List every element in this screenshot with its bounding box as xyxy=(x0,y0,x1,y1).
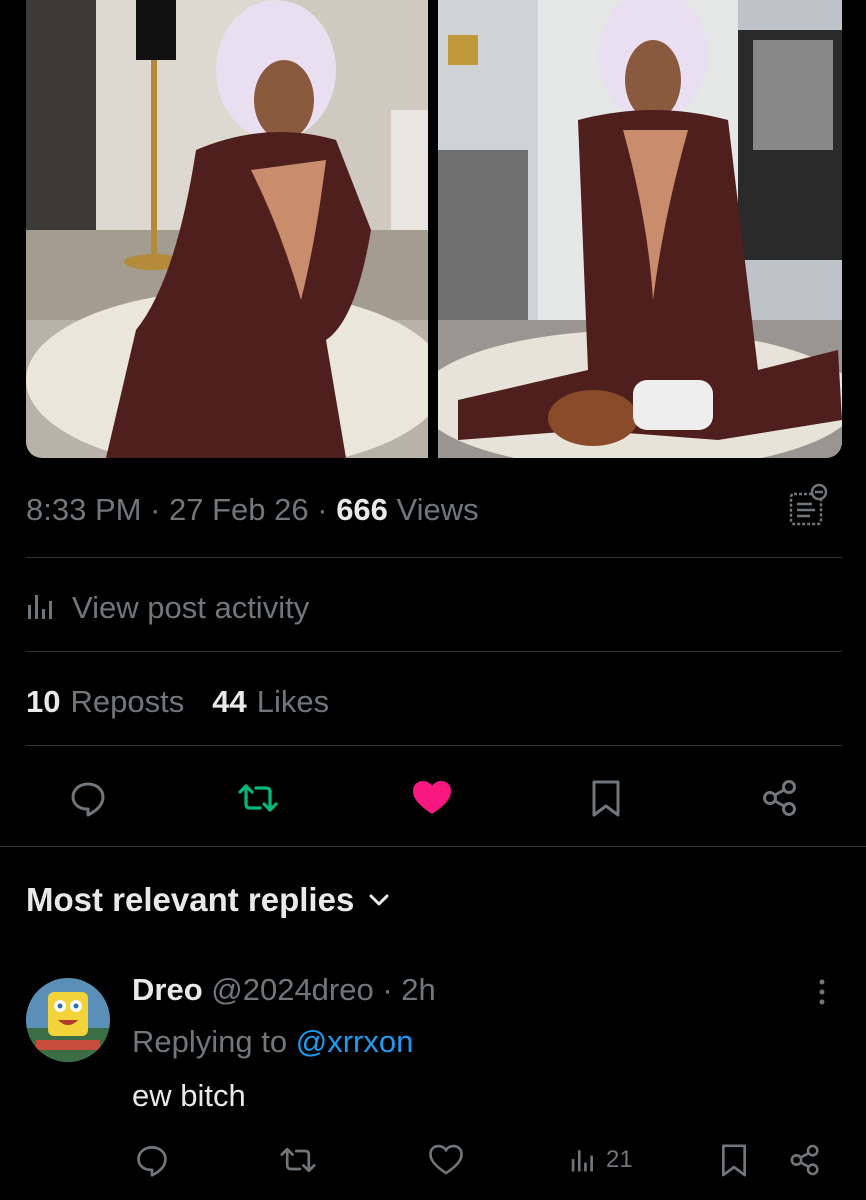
post-image-right[interactable] xyxy=(438,0,842,458)
replying-to-mention[interactable]: @xrrxon xyxy=(296,1024,414,1059)
more-options-icon[interactable] xyxy=(812,974,832,1010)
replying-to-prefix: Replying to xyxy=(132,1024,296,1059)
replies-sort-dropdown[interactable]: Most relevant replies xyxy=(26,880,390,920)
reposts-count[interactable]: 10 xyxy=(26,684,60,720)
repost-icon xyxy=(280,1147,316,1173)
grok-summary-icon[interactable] xyxy=(788,482,828,528)
repost-icon xyxy=(238,784,278,812)
reply-share-button[interactable] xyxy=(788,1138,822,1182)
reply-button[interactable] xyxy=(66,776,110,820)
likes-label[interactable]: Likes xyxy=(257,684,329,720)
post-time[interactable]: 8:33 PM xyxy=(26,492,141,527)
share-icon xyxy=(790,1144,819,1176)
post-date[interactable]: 27 Feb 26 xyxy=(169,492,309,527)
reply-icon xyxy=(137,1146,167,1177)
views-count: 666 xyxy=(336,492,388,527)
reply-icon xyxy=(71,782,105,817)
reply-bookmark-button[interactable] xyxy=(718,1138,750,1182)
reply-body: Dreo @2024dreo · 2h Replying to @xrrxon … xyxy=(132,970,822,1116)
post-image-right-art xyxy=(438,0,842,458)
media-grid xyxy=(26,0,842,458)
divider xyxy=(0,846,866,847)
share-button[interactable] xyxy=(758,776,802,820)
reply-author-name[interactable]: Dreo xyxy=(132,972,203,1007)
meta-separator: · xyxy=(308,492,337,527)
replies-header-title: Most relevant replies xyxy=(26,881,355,918)
post-action-bar xyxy=(0,770,866,826)
post-image-left[interactable] xyxy=(26,0,428,458)
repost-button[interactable] xyxy=(236,776,280,820)
likes-count[interactable]: 44 xyxy=(212,684,246,720)
post-timestamp: 8:33 PM · 27 Feb 26 · 666 Views xyxy=(26,490,842,530)
reply-like-button[interactable] xyxy=(428,1138,464,1182)
share-icon xyxy=(763,780,796,816)
reposts-label[interactable]: Reposts xyxy=(70,684,184,720)
meta-separator: · xyxy=(141,492,170,527)
reply-views-count: 21 xyxy=(606,1146,633,1173)
analytics-icon xyxy=(571,1150,593,1172)
reply-header: Dreo @2024dreo · 2h xyxy=(132,970,822,1010)
divider xyxy=(26,745,842,746)
replying-to: Replying to @xrrxon xyxy=(132,1022,822,1062)
bookmark-icon xyxy=(592,780,620,817)
analytics-icon xyxy=(26,591,60,626)
bookmark-button[interactable] xyxy=(584,776,628,820)
bookmark-icon xyxy=(722,1144,746,1177)
view-post-activity-link[interactable]: View post activity xyxy=(26,588,309,628)
like-button[interactable] xyxy=(410,776,454,820)
reply-repost-button[interactable] xyxy=(278,1138,318,1182)
like-icon xyxy=(429,1144,463,1175)
views-label: Views xyxy=(387,492,479,527)
divider xyxy=(26,651,842,652)
reply-action-bar: 21 xyxy=(0,1138,866,1182)
avatar[interactable] xyxy=(26,978,110,1062)
reply-reply-button[interactable] xyxy=(134,1138,170,1182)
reply-text: ew bitch xyxy=(132,1078,246,1113)
post-stats: 10 Reposts 44 Likes xyxy=(26,682,329,722)
reply-author-handle[interactable]: @2024dreo · 2h xyxy=(203,972,436,1007)
chevron-down-icon xyxy=(368,892,390,908)
view-post-activity-label: View post activity xyxy=(72,590,310,625)
reply-views-button[interactable]: 21 xyxy=(570,1138,633,1182)
post-image-left-art xyxy=(26,0,428,458)
divider xyxy=(26,557,842,558)
like-icon xyxy=(413,781,451,814)
post-meta: 8:33 PM · 27 Feb 26 · 666 Views xyxy=(26,483,842,530)
